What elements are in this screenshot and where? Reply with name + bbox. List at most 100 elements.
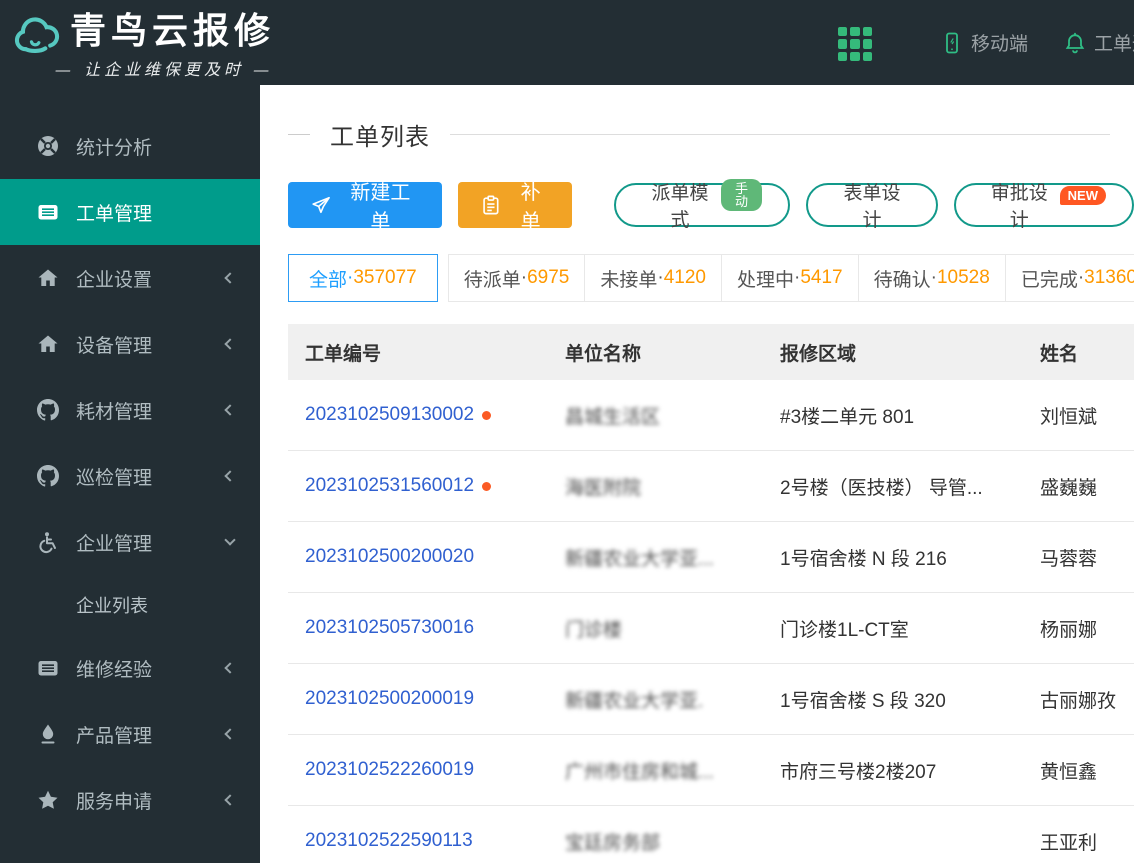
sidebar-nav: 统计分析 工单管理 企业设置 设备管理 耗材管理 巡检管理 企业管理 企业列表 … bbox=[0, 85, 260, 863]
sidebar-item-label: 设备管理 bbox=[76, 335, 153, 357]
column-header-area: 报修区域 bbox=[780, 343, 857, 365]
sidebar-item-label: 巡检管理 bbox=[76, 467, 153, 489]
filter-label: 待确认 bbox=[873, 269, 931, 291]
filter-count: 313603 bbox=[1084, 267, 1134, 288]
chevron-left-icon bbox=[224, 404, 236, 416]
paper-plane-icon bbox=[312, 196, 330, 214]
sidebar-item-label: 工单管理 bbox=[76, 203, 153, 225]
reporter-name: 盛巍巍 bbox=[1040, 477, 1098, 499]
filter-tab-pending-confirm[interactable]: 待确认 · 10528 bbox=[857, 255, 1005, 301]
list-icon bbox=[38, 661, 58, 676]
order-number-link[interactable]: 2023102509130002 bbox=[288, 404, 548, 426]
new-workorder-button[interactable]: 新建工单 bbox=[288, 182, 443, 233]
filter-label: 处理中 bbox=[737, 269, 795, 291]
form-design-button[interactable]: 表单设计 bbox=[806, 183, 938, 231]
sidebar-item-enterprise-settings[interactable]: 企业设置 bbox=[0, 245, 260, 311]
repair-area: 1号宿舍楼 S 段 320 bbox=[780, 690, 946, 712]
filter-count: 4120 bbox=[663, 267, 706, 288]
sidebar-item-stats[interactable]: 统计分析 bbox=[0, 113, 260, 179]
sidebar-item-label: 企业管理 bbox=[76, 533, 153, 555]
clipboard-icon bbox=[483, 195, 499, 215]
filter-count: 10528 bbox=[936, 267, 990, 288]
sidebar-item-repair-experience[interactable]: 维修经验 bbox=[0, 635, 260, 701]
unit-name: 新疆农业大学亚. bbox=[565, 690, 704, 712]
table-row: 2023102522590113 宝廷房务部 王亚利 bbox=[288, 806, 1134, 863]
app-grid-icon[interactable] bbox=[838, 27, 872, 61]
unit-name: 门诊楼 bbox=[565, 619, 623, 641]
page-title-row: 工单列表 bbox=[288, 117, 1110, 152]
supplement-order-button[interactable]: 补单 bbox=[458, 182, 573, 233]
dispatch-mode-button[interactable]: 派单模式 手动 bbox=[614, 179, 791, 231]
filter-tab-pending-dispatch[interactable]: 待派单 · 6975 bbox=[449, 255, 585, 301]
home-icon bbox=[38, 269, 58, 286]
github-icon bbox=[37, 399, 59, 421]
brand-logo: 青鸟云报修 — 让企业维保更及时 — bbox=[12, 8, 294, 80]
table-row: 2023102500200019 新疆农业大学亚. 1号宿舍楼 S 段 320 … bbox=[288, 664, 1134, 735]
home-icon bbox=[38, 335, 58, 352]
order-number-link[interactable]: 2023102500200020 bbox=[288, 546, 548, 568]
status-filter-tabs: 全部 · 357077 待派单 · 6975 未接单 · 4120 处理中 · 5417 待确认… bbox=[260, 254, 1134, 302]
table-row: 2023102505730016 门诊楼 门诊楼1L-CT室 杨丽娜 bbox=[288, 593, 1134, 664]
sidebar-item-label: 统计分析 bbox=[76, 137, 153, 159]
unit-name: 宝廷房务部 bbox=[565, 832, 661, 854]
github-icon bbox=[37, 465, 59, 487]
filter-tab-completed[interactable]: 已完成·313603 bbox=[1004, 255, 1134, 301]
repair-area: 门诊楼1L-CT室 bbox=[780, 619, 909, 641]
filter-tab-processing[interactable]: 处理中 · 5417 bbox=[721, 255, 858, 301]
sidebar-item-inspection[interactable]: 巡检管理 bbox=[0, 443, 260, 509]
approval-design-button[interactable]: 审批设计 NEW bbox=[953, 183, 1134, 231]
filter-tab-all[interactable]: 全部 · 357077 bbox=[288, 254, 438, 302]
filter-tab-group: 待派单 · 6975 未接单 · 4120 处理中 · 5417 待确认 · 10528 已完成… bbox=[447, 254, 1134, 302]
mobile-phone-icon bbox=[946, 32, 958, 53]
star-icon bbox=[38, 790, 58, 809]
order-number-link[interactable]: 2023102522260019 bbox=[288, 759, 548, 781]
sidebar-item-label: 耗材管理 bbox=[76, 401, 153, 423]
chevron-left-icon bbox=[224, 662, 236, 674]
sidebar-item-enterprise-mgmt[interactable]: 企业管理 bbox=[0, 509, 260, 575]
sidebar-item-label: 服务申请 bbox=[76, 791, 153, 813]
supplement-order-label: 补单 bbox=[520, 182, 541, 233]
order-number-link[interactable]: 2023102522590113 bbox=[288, 830, 548, 852]
mobile-link[interactable]: 移动端 bbox=[940, 0, 1028, 85]
repair-area: #3楼二单元 801 bbox=[780, 406, 915, 428]
workorder-notify-link[interactable]: 工单通知 bbox=[1063, 0, 1134, 85]
chevron-left-icon bbox=[224, 272, 236, 284]
sidebar-item-product-mgmt[interactable]: 产品管理 bbox=[0, 701, 260, 767]
filter-tab-unaccepted[interactable]: 未接单 · 4120 bbox=[584, 255, 721, 301]
sidebar-item-workorders[interactable]: 工单管理 bbox=[0, 179, 260, 245]
manual-badge: 手动 bbox=[720, 179, 763, 211]
title-dash bbox=[288, 134, 310, 135]
order-number-link[interactable]: 2023102505730016 bbox=[288, 617, 548, 639]
filter-count: 357077 bbox=[353, 267, 417, 288]
sidebar-item-label: 产品管理 bbox=[76, 725, 153, 747]
new-badge: NEW bbox=[1059, 185, 1106, 205]
sidebar-item-consumables[interactable]: 耗材管理 bbox=[0, 377, 260, 443]
workorder-notify-label: 工单通知 bbox=[1094, 34, 1134, 55]
sidebar-item-device-mgmt[interactable]: 设备管理 bbox=[0, 311, 260, 377]
chevron-left-icon bbox=[224, 338, 236, 350]
reporter-name: 马蓉蓉 bbox=[1040, 548, 1098, 570]
chevron-left-icon bbox=[224, 470, 236, 482]
order-number-link[interactable]: 2023102531560012 bbox=[288, 475, 548, 497]
filter-count: 5417 bbox=[800, 267, 843, 288]
form-design-label: 表单设计 bbox=[843, 183, 901, 231]
sidebar-subitem-enterprise-list[interactable]: 企业列表 bbox=[0, 575, 260, 635]
wheelchair-icon bbox=[39, 532, 56, 553]
unit-name: 新疆农业大学亚... bbox=[565, 548, 714, 570]
repair-area: 2号楼（医技楼） 导管... bbox=[780, 477, 983, 499]
workorder-table: 工单编号 单位名称 报修区域 姓名 2023102509130002 昌城生活区… bbox=[288, 324, 1134, 863]
filter-count: 6975 bbox=[527, 267, 570, 288]
unit-name: 广州市住房和城... bbox=[565, 761, 714, 783]
table-row: 2023102531560012 海医附院 2号楼（医技楼） 导管... 盛巍巍 bbox=[288, 451, 1134, 522]
repair-area: 1号宿舍楼 N 段 216 bbox=[780, 548, 947, 570]
brand-tagline: — 让企业维保更及时 — bbox=[54, 60, 274, 79]
column-header-order-no: 工单编号 bbox=[305, 343, 382, 365]
filter-label: 已完成 bbox=[1020, 269, 1078, 291]
chevron-left-icon bbox=[224, 794, 236, 806]
toolbar: 新建工单 补单 派单模式 手动 表单设计 审批设计 NEW bbox=[260, 179, 1134, 233]
order-number-link[interactable]: 2023102500200019 bbox=[288, 688, 548, 710]
notification-bell-icon bbox=[1065, 32, 1085, 53]
sidebar-item-service-request[interactable]: 服务申请 bbox=[0, 767, 260, 833]
column-header-name: 姓名 bbox=[1040, 343, 1079, 365]
status-dot bbox=[482, 410, 492, 420]
